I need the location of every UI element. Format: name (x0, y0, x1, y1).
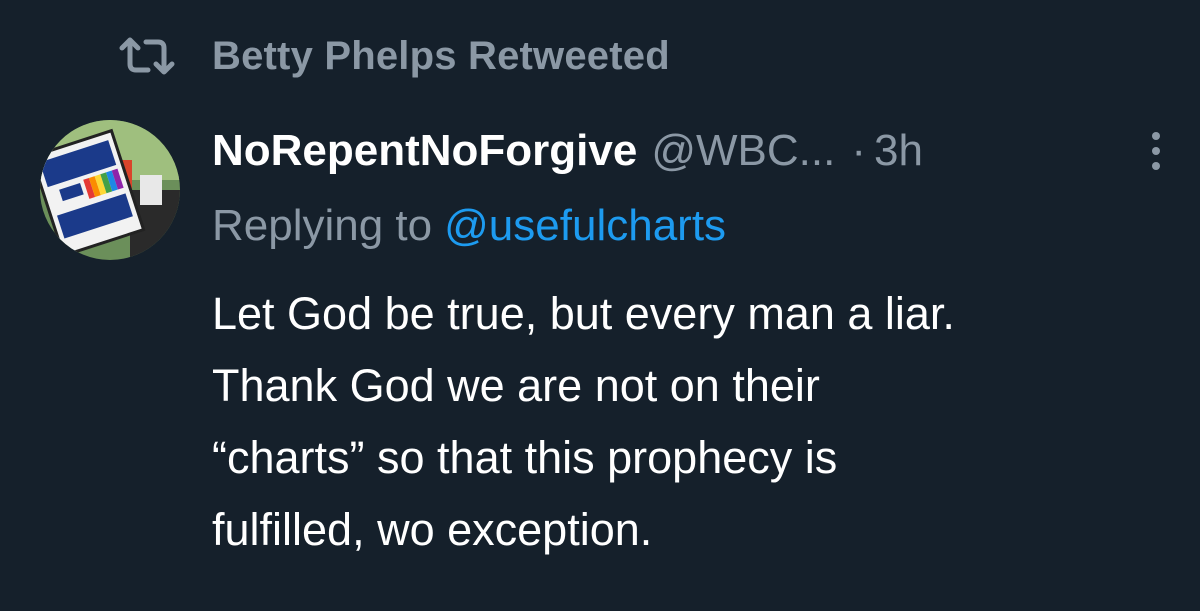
tweet-header: NoRepentNoForgive @WBC... · 3h (212, 120, 923, 182)
author-handle[interactable]: @WBC... (651, 126, 835, 176)
tweet-text: Let God be true, but every man a liar. T… (212, 278, 1182, 566)
tweet-timestamp[interactable]: 3h (874, 126, 923, 176)
author-display-name[interactable]: NoRepentNoForgive (212, 126, 637, 176)
reply-handle-link[interactable]: @usefulcharts (444, 201, 726, 251)
retweet-context[interactable]: Betty Phelps Retweeted (118, 30, 670, 82)
tweet-text-line: Let God be true, but every man a liar. (212, 288, 955, 339)
tweet-text-line: fulfilled, wo exception. (212, 504, 653, 555)
more-vertical-icon-dot (1152, 147, 1160, 155)
more-vertical-icon-dot (1152, 132, 1160, 140)
avatar[interactable] (40, 120, 180, 260)
more-vertical-icon-dot (1152, 162, 1160, 170)
retweet-icon (118, 36, 176, 76)
tweet-card[interactable]: Betty Phelps Retweeted NoRepentNoForgive… (0, 0, 1200, 611)
replying-to: Replying to @usefulcharts (212, 196, 726, 256)
separator-dot: · (851, 126, 867, 175)
replying-to-label: Replying to (212, 201, 433, 250)
retweet-label: Betty Phelps Retweeted (212, 33, 670, 78)
more-options-button[interactable] (1128, 124, 1184, 178)
tweet-text-line: Thank God we are not on their (212, 360, 820, 411)
tweet-text-line: “charts” so that this prophecy is (212, 432, 838, 483)
